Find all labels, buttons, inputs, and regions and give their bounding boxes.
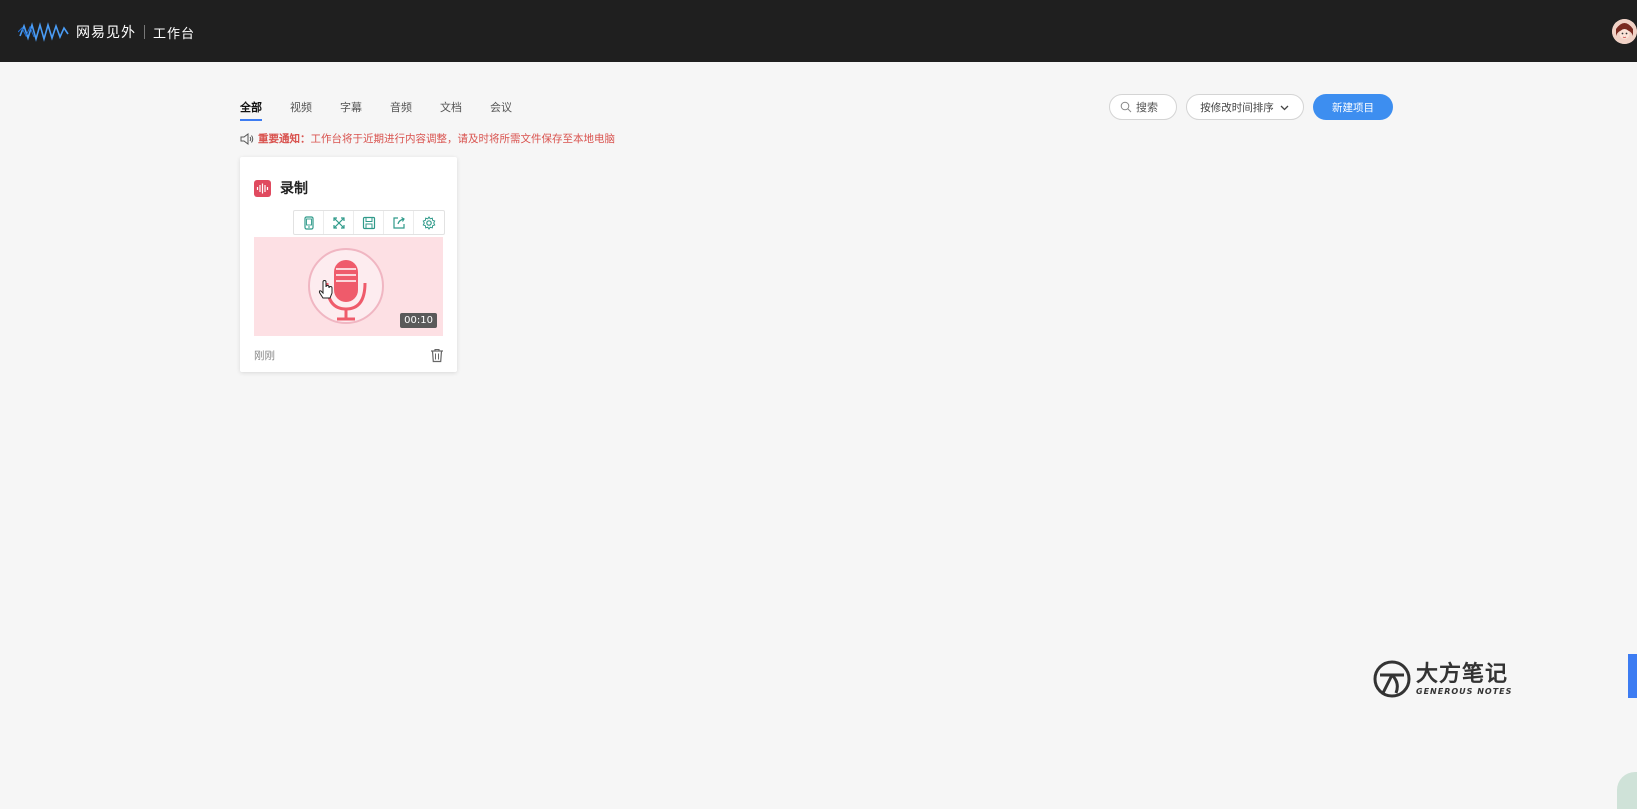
duration-badge: 00:10	[400, 313, 437, 328]
save-icon	[362, 216, 375, 229]
chevron-down-icon	[1280, 105, 1289, 110]
speaker-icon	[240, 132, 254, 145]
sort-dropdown[interactable]: 按修改时间排序	[1186, 94, 1304, 120]
expand-button[interactable]	[324, 211, 354, 234]
tab-meeting[interactable]: 会议	[490, 99, 512, 121]
brand-subtitle: 工作台	[153, 26, 196, 42]
notice-text: 工作台将于近期进行内容调整，请及时将所需文件保存至本地电脑	[310, 133, 616, 145]
brand-wave-icon	[18, 22, 69, 42]
settings-icon	[422, 215, 436, 230]
corner-widget[interactable]	[1617, 772, 1637, 809]
new-project-button[interactable]: 新建项目	[1313, 94, 1393, 120]
brand-name: 网易见外	[76, 25, 136, 41]
tab-video[interactable]: 视频	[290, 99, 312, 121]
card-timestamp: 刚刚	[254, 350, 275, 362]
watermark-logo-icon	[1373, 660, 1411, 698]
side-feedback-tab[interactable]	[1628, 654, 1637, 698]
app-logo[interactable]: 网易见外 工作台	[18, 22, 195, 42]
card-header: 录制	[254, 178, 308, 198]
settings-button[interactable]	[414, 211, 444, 234]
audio-wave-icon	[254, 179, 271, 197]
watermark-title: 大方笔记	[1416, 661, 1509, 687]
tab-document[interactable]: 文档	[440, 99, 462, 121]
category-tabs: 全部 视频 字幕 音频 文档 会议	[240, 99, 540, 121]
sort-label: 按修改时间排序	[1200, 101, 1274, 114]
card-thumbnail[interactable]: 00:10	[254, 237, 443, 336]
top-bar: 网易见外 工作台	[0, 0, 1637, 62]
search-placeholder: 搜索	[1136, 101, 1158, 114]
watermark-subtitle: GENEROUS NOTES	[1416, 686, 1513, 696]
search-icon	[1120, 101, 1132, 113]
export-button[interactable]	[384, 211, 414, 234]
tab-audio[interactable]: 音频	[390, 99, 412, 121]
phone-button[interactable]	[294, 211, 324, 234]
tab-subtitle[interactable]: 字幕	[340, 99, 362, 121]
trash-icon[interactable]	[430, 348, 444, 363]
important-notice: 重要通知： 工作台将于近期进行内容调整，请及时将所需文件保存至本地电脑	[240, 131, 615, 146]
card-title: 录制	[280, 181, 308, 197]
search-input[interactable]: 搜索	[1109, 94, 1177, 120]
user-avatar[interactable]	[1612, 19, 1637, 44]
project-card[interactable]: 录制 00:10 刚刚	[240, 157, 457, 372]
export-icon	[392, 216, 405, 229]
tab-all[interactable]: 全部	[240, 99, 262, 121]
expand-icon	[332, 216, 345, 229]
save-button[interactable]	[354, 211, 384, 234]
avatar-icon	[1612, 19, 1637, 44]
phone-icon	[303, 215, 314, 230]
card-toolbar	[293, 210, 445, 235]
watermark: 大方笔记 GENEROUS NOTES	[1372, 659, 1512, 699]
brand-divider	[144, 25, 145, 39]
notice-title: 重要通知：	[258, 133, 311, 145]
